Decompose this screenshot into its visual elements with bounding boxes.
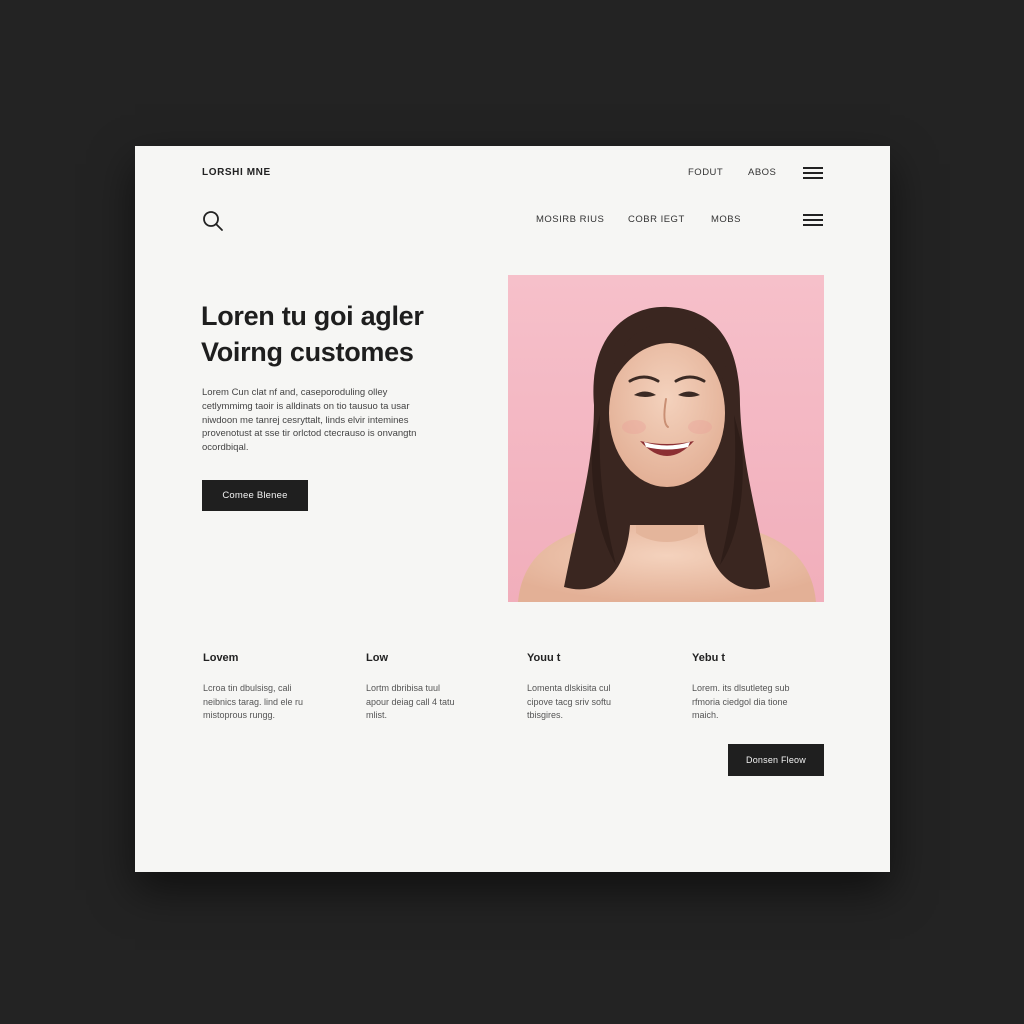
- feature-1-line: mistoprous rungg.: [203, 710, 276, 720]
- hero-description-line: provenotust at sse tir orlctod ctecrauso…: [202, 428, 417, 440]
- feature-4-line: Lorem. its dlsutleteg sub: [692, 683, 790, 693]
- portrait-illustration: [508, 275, 824, 602]
- feature-3-title: Youu t: [527, 652, 561, 664]
- feature-2-title: Low: [366, 652, 388, 664]
- feature-2-line: mlist.: [366, 710, 387, 720]
- subnav-link-3[interactable]: MOBS: [711, 214, 741, 225]
- feature-2-line: Lortm dbribisa tuul: [366, 683, 441, 693]
- hero-title-line-1: Loren tu goi agler: [201, 301, 424, 331]
- hero-description: Lorem Cun clat nf and, caseporoduling ol…: [202, 386, 452, 455]
- subnav-link-2[interactable]: COBR IEGT: [628, 214, 685, 225]
- brand-logo[interactable]: LORSHI MNE: [202, 167, 271, 178]
- landing-page-card: LORSHI MNE FODUT ABOS MOSIRB RIUS COBR I…: [135, 146, 890, 872]
- feature-1-title: Lovem: [203, 652, 239, 664]
- hero-portrait-image: [508, 275, 824, 602]
- feature-4-line: rfmoria ciedgol dia tione: [692, 696, 788, 707]
- feature-4-description: Lorem. its dlsutleteg sub rfmoria ciedgo…: [692, 682, 817, 723]
- feature-2-description: Lortm dbribisa tuul apour deiag call 4 t…: [366, 682, 491, 723]
- feature-4-line: maich.: [692, 710, 719, 720]
- hero-description-line: niwdoon me tanrej cesryttalt, linds elvi…: [202, 414, 409, 426]
- menu-icon[interactable]: [803, 167, 823, 179]
- feature-3-line: cipove tacg sriv softu: [527, 696, 612, 707]
- feature-3-line: Lomenta dlskisita cul: [527, 683, 611, 693]
- nav-link-1[interactable]: FODUT: [688, 167, 723, 178]
- feature-1-line: neibnics tarag. lind ele ru: [203, 696, 304, 707]
- feature-1-description: Lcroa tin dbulsisg, cali neibnics tarag.…: [203, 682, 328, 723]
- feature-3-description: Lomenta dlskisita cul cipove tacg sriv s…: [527, 682, 652, 723]
- hero-cta-button[interactable]: Comee Blenee: [202, 480, 308, 511]
- hero-title: Loren tu goi agler Voirng customes: [201, 298, 491, 370]
- nav-link-2[interactable]: ABOS: [748, 167, 776, 178]
- hero-description-line: ocordbiqal.: [202, 442, 249, 454]
- subnav-link-1[interactable]: MOSIRB RIUS: [536, 214, 604, 225]
- hero-title-line-2: Voirng customes: [201, 337, 414, 367]
- feature-1-line: Lcroa tin dbulsisg, cali: [203, 683, 292, 693]
- search-icon[interactable]: [202, 210, 224, 232]
- hero-description-line: Lorem Cun clat nf and, caseporoduling ol…: [202, 387, 388, 398]
- hero-description-line: cetlymmimg taoir is alldinats on tio tau…: [202, 400, 410, 412]
- feature-2-line: apour deiag call 4 tatu: [366, 696, 455, 707]
- feature-4-title: Yebu t: [692, 652, 726, 664]
- secondary-menu-icon[interactable]: [803, 214, 823, 226]
- feature-3-line: tbisgires.: [527, 710, 564, 720]
- footer-cta-button[interactable]: Donsen Fleow: [728, 744, 824, 776]
